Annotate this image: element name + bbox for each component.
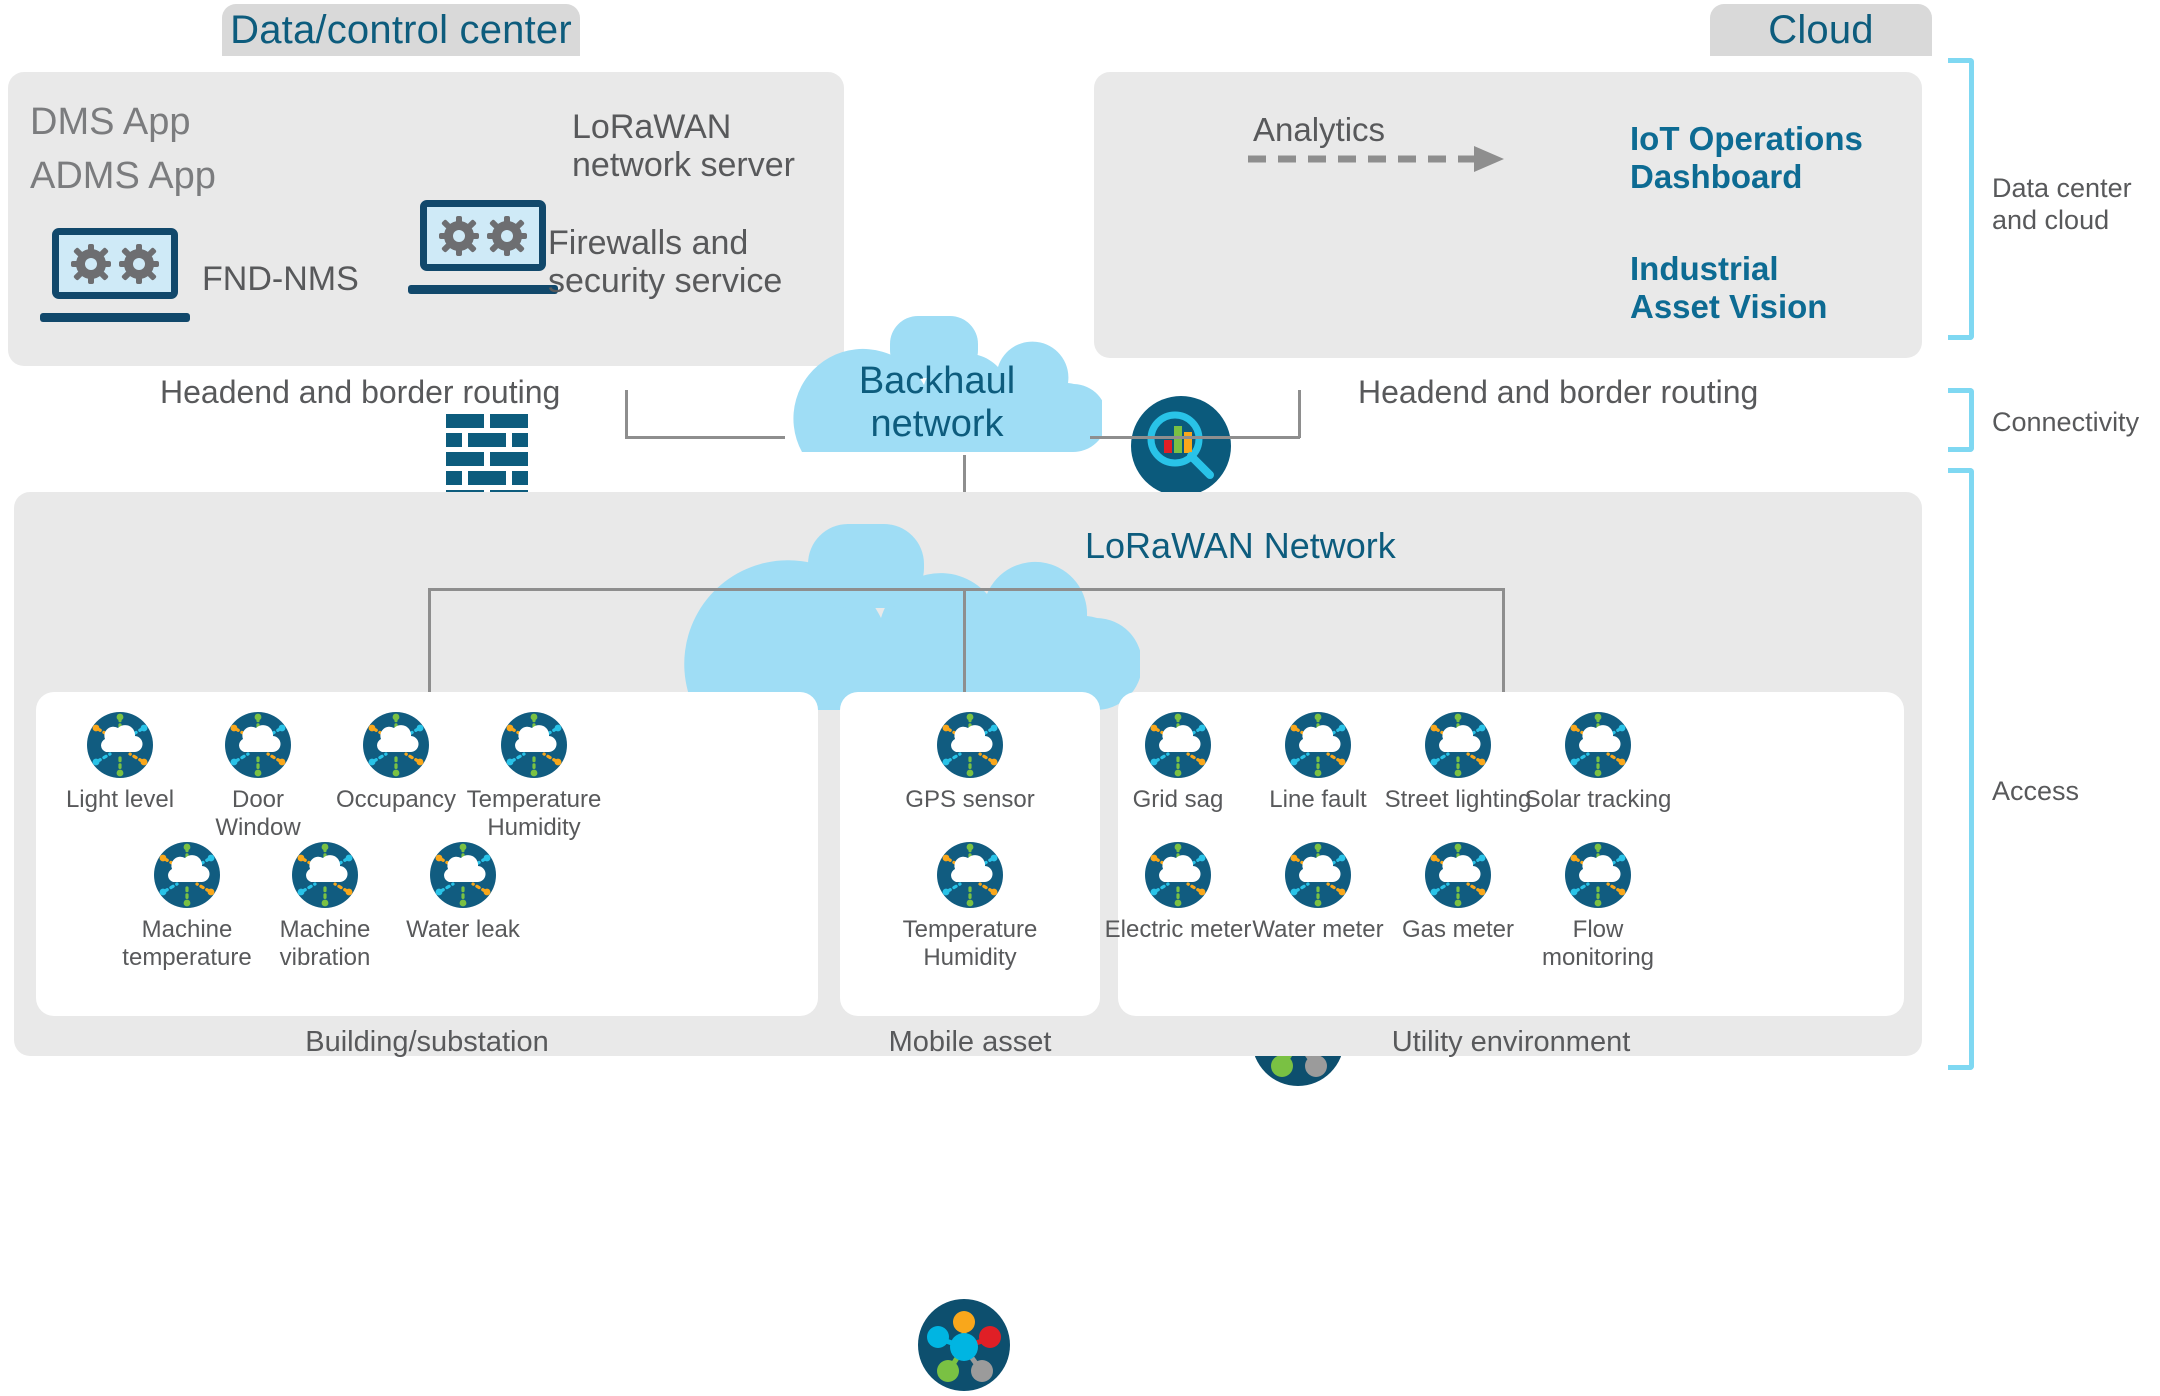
sensor-label: Temperature Humidity <box>466 786 602 842</box>
sensor-temperature-humidity[interactable]: Temperature Humidity <box>880 842 1060 973</box>
sensor-temperature-humidity[interactable]: Temperature Humidity <box>444 712 624 843</box>
sensor-cloud-icon <box>1565 712 1631 778</box>
industrial-asset-vision-label: Industrial Asset Vision <box>1630 250 1828 325</box>
sensor-cloud-icon <box>1285 712 1351 778</box>
tab-data-control-center[interactable]: Data/control center <box>222 4 580 56</box>
headend-left-label: Headend and border routing <box>160 374 561 410</box>
headend-right-label: Headend and border routing <box>1358 374 1759 410</box>
sensor-cloud-icon <box>937 842 1003 908</box>
tab-cloud[interactable]: Cloud <box>1710 4 1932 56</box>
sensor-cloud-icon <box>1145 842 1211 908</box>
sensor-cloud-icon <box>1425 842 1491 908</box>
sensor-cloud-icon <box>937 712 1003 778</box>
bracket-data-center-and-cloud <box>1948 58 1974 340</box>
fnd-nms-laptop-icon <box>40 228 190 324</box>
lorawan-branch-center <box>963 588 966 700</box>
sensor-label: Water leak <box>406 916 520 943</box>
sensor-cloud-icon <box>154 842 220 908</box>
backhaul-network-label: Backhaul network <box>800 360 1074 445</box>
sensor-label: Flow monitoring <box>1541 916 1655 972</box>
sensor-cloud-icon <box>430 842 496 908</box>
lorawan-branch-right <box>1502 588 1505 700</box>
backhaul-line2: network <box>870 402 1004 445</box>
sensor-cloud-icon <box>1285 842 1351 908</box>
lorawan-network-server-label: LoRaWAN network server <box>572 108 795 185</box>
sensor-water-leak[interactable]: Water leak <box>373 842 553 944</box>
sensor-cloud-icon <box>501 712 567 778</box>
bracket-label-data-center-and-cloud: Data center and cloud <box>1992 173 2132 236</box>
sensor-label: Solar tracking <box>1524 786 1672 813</box>
sensor-label: Temperature Humidity <box>902 916 1038 972</box>
lorawan-distribution-bus <box>428 588 1504 591</box>
sensor-gps-sensor[interactable]: GPS sensor <box>880 712 1060 814</box>
sensor-cloud-icon <box>292 842 358 908</box>
analytics-icon <box>1131 396 1231 496</box>
sensor-cloud-icon <box>1145 712 1211 778</box>
gear-icon <box>71 243 112 284</box>
right-headend-down-line <box>1298 390 1301 438</box>
lorawan-network-server-laptop-icon <box>408 200 558 296</box>
sensor-label: GPS sensor <box>905 786 1035 813</box>
analytics-label: Analytics <box>1253 111 1386 148</box>
tab-label: Data/control center <box>230 7 572 52</box>
sensor-cloud-icon <box>363 712 429 778</box>
sensor-flow-monitoring[interactable]: Flow monitoring <box>1508 842 1688 973</box>
lorawan-router-icon <box>918 1299 1010 1391</box>
dms-app-label: DMS App <box>30 101 191 143</box>
bracket-label-connectivity: Connectivity <box>1992 407 2140 437</box>
sensor-solar-tracking[interactable]: Solar tracking <box>1508 712 1688 814</box>
gear-icon <box>118 243 159 284</box>
lorawan-cloud <box>640 520 1143 720</box>
zone-label-mobile-asset: Mobile asset <box>888 1026 1052 1058</box>
bracket-connectivity <box>1948 388 1974 452</box>
left-headend-to-cloud-line <box>625 436 785 439</box>
gear-icon <box>486 215 527 256</box>
sensor-cloud-icon <box>1565 842 1631 908</box>
gear-icon <box>439 215 480 256</box>
fnd-nms-label: FND-NMS <box>202 260 359 298</box>
bracket-label-access: Access <box>1992 776 2080 806</box>
right-headend-to-cloud-line <box>1090 436 1300 439</box>
bracket-access <box>1948 468 1974 1070</box>
firewalls-security-label: Firewalls and security service <box>548 224 783 301</box>
iot-operations-dashboard-label: IoT Operations Dashboard <box>1630 120 1863 195</box>
zone-label-utility-environment: Utility environment <box>1391 1026 1631 1058</box>
lorawan-network-label: LoRaWAN Network <box>1085 525 1396 566</box>
lorawan-branch-left <box>428 588 431 700</box>
sensor-cloud-icon <box>225 712 291 778</box>
adms-app-label: ADMS App <box>30 155 216 197</box>
tab-label: Cloud <box>1768 7 1874 52</box>
sensor-cloud-icon <box>1425 712 1491 778</box>
sensor-cloud-icon <box>87 712 153 778</box>
left-headend-down-line <box>625 390 628 438</box>
analytics-to-dashboard-arrow <box>1248 146 1504 172</box>
zone-label-building-substation: Building/substation <box>305 1026 549 1058</box>
backhaul-line1: Backhaul <box>858 360 1016 402</box>
